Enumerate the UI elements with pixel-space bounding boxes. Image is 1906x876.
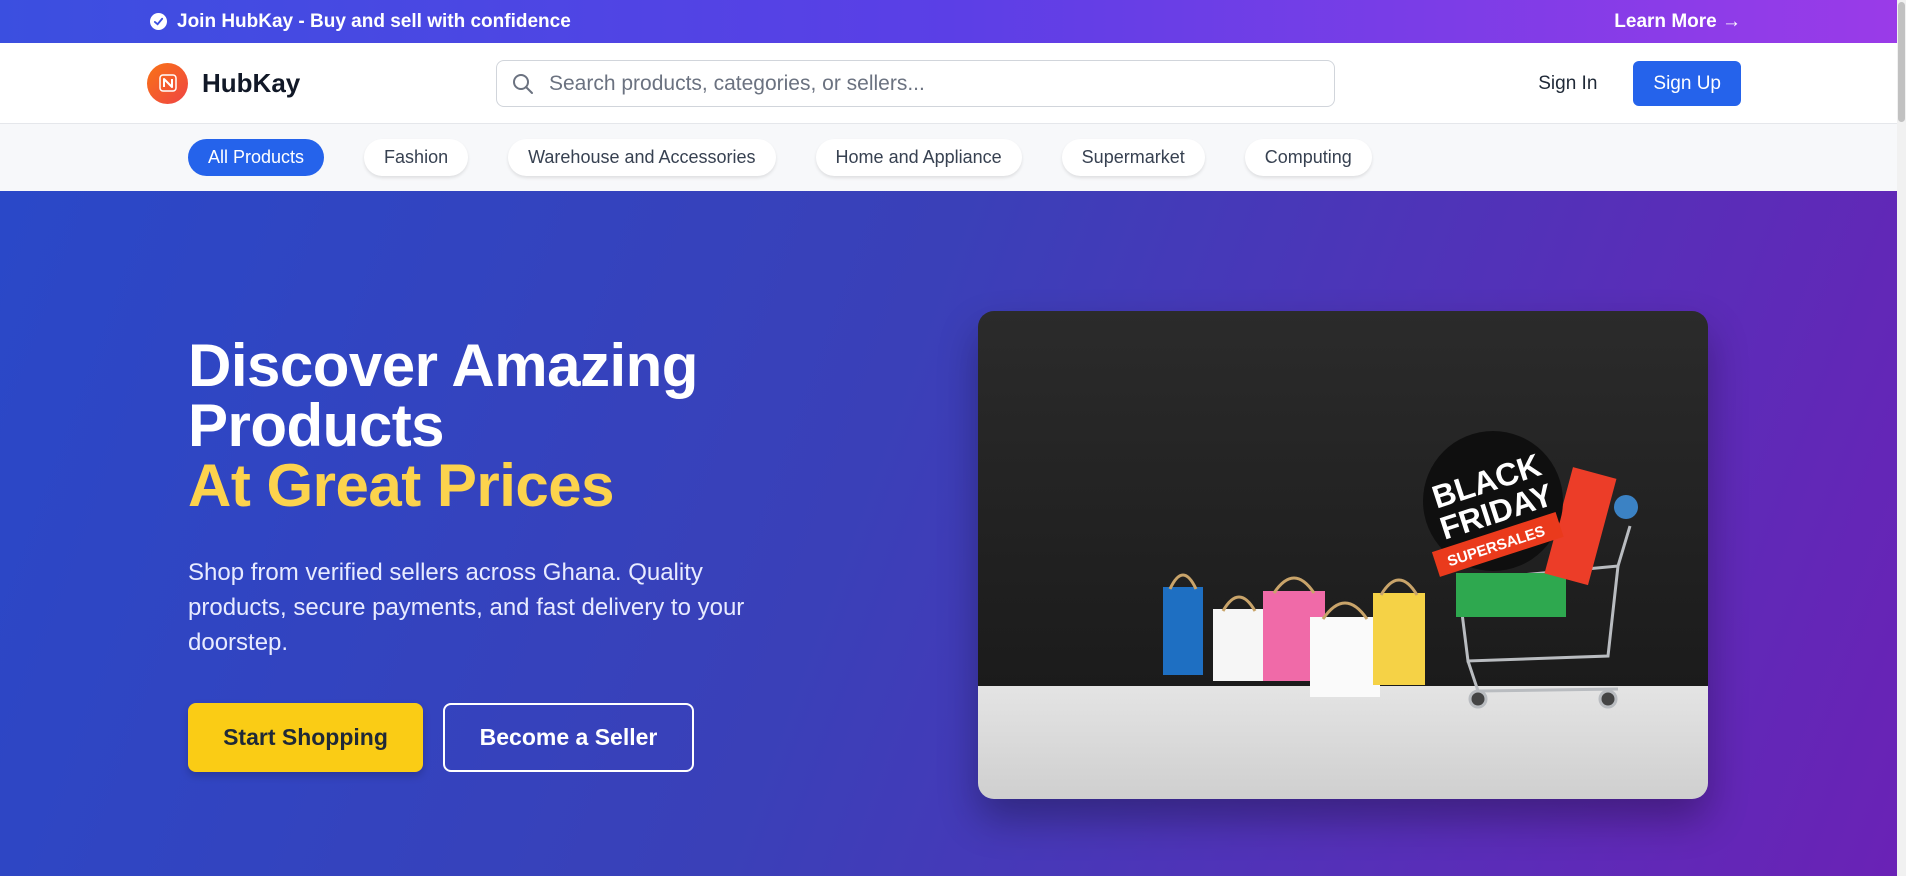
category-home-appliance[interactable]: Home and Appliance [815,139,1022,176]
hero-subtitle: Shop from verified sellers across Ghana.… [188,559,745,656]
category-nav: All Products Fashion Warehouse and Acces… [0,124,1897,191]
check-circle-icon [150,13,167,30]
category-fashion[interactable]: Fashion [364,139,469,176]
announcement-bar: Join HubKay - Buy and sell with confiden… [0,0,1897,43]
scrollbar-thumb[interactable] [1898,2,1905,122]
search-bar[interactable] [496,60,1335,107]
sign-up-button[interactable]: Sign Up [1633,61,1741,106]
announcement-text: Join HubKay - Buy and sell with confiden… [177,10,571,32]
hero-title-accent: At Great Prices [188,452,615,519]
search-icon [511,72,535,96]
search-input[interactable] [549,71,1320,96]
announcement-message: Join HubKay - Buy and sell with confiden… [150,11,571,33]
hero-section: Discover Amazing Products At Great Price… [0,191,1897,876]
hero-title-line1: Discover Amazing [188,332,698,399]
category-warehouse-accessories[interactable]: Warehouse and Accessories [508,139,776,176]
become-seller-button[interactable]: Become a Seller [443,703,694,772]
page-scrollbar[interactable] [1897,0,1906,876]
learn-more-link[interactable]: Learn More → [1614,11,1741,33]
black-friday-illustration: BLACK FRIDAY SUPERSALES [978,311,1708,799]
hero-image: BLACK FRIDAY SUPERSALES [978,311,1708,799]
brand-name: HubKay [202,67,301,98]
auth-actions: Sign In Sign Up [1538,61,1741,106]
sign-in-button[interactable]: Sign In [1538,73,1597,95]
hero-title-line2: Products [188,392,445,459]
hero-title: Discover Amazing Products At Great Price… [188,336,698,516]
hubkay-logo-icon [147,62,188,104]
start-shopping-button[interactable]: Start Shopping [188,703,423,772]
brand-logo[interactable]: HubKay [147,62,301,104]
category-supermarket[interactable]: Supermarket [1061,139,1205,176]
site-header: HubKay Sign In Sign Up [0,43,1897,124]
category-computing[interactable]: Computing [1244,139,1372,176]
category-all-products[interactable]: All Products [188,139,325,176]
